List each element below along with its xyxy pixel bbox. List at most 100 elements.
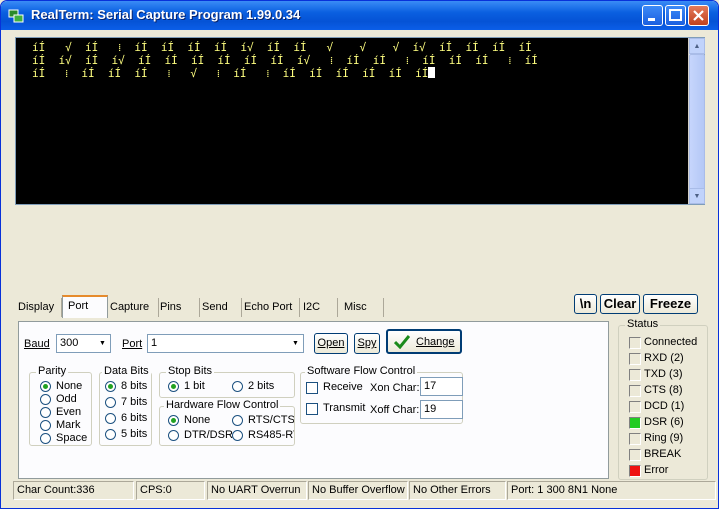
xoff-input[interactable]: 19 (420, 400, 463, 419)
close-icon (693, 10, 704, 21)
baud-label: Baud (24, 338, 50, 350)
freeze-button[interactable]: Freeze (643, 294, 698, 314)
status-title: Status (625, 318, 661, 330)
tab-misc[interactable]: Misc (344, 298, 384, 317)
terminal-scrollbar[interactable]: ▲ ▼ (688, 38, 705, 204)
hw-flow-dtrdsr-radio[interactable] (168, 430, 179, 441)
status-led (629, 449, 641, 461)
scroll-thumb[interactable] (689, 54, 705, 196)
title-bar[interactable]: RealTerm: Serial Capture Program 1.99.0.… (1, 1, 718, 30)
status-label: DCD (1) (644, 400, 685, 412)
status-led (629, 417, 641, 429)
hw-flow-rtscts-radio[interactable] (232, 415, 243, 426)
hardware-flow-group: Hardware Flow Control None RTS/CTS DTR/D… (159, 399, 295, 446)
tab-pins[interactable]: Pins (160, 298, 200, 317)
data-bits-8-radio[interactable] (105, 381, 116, 392)
receive-checkbox[interactable] (306, 382, 318, 394)
data-bits-5-radio[interactable] (105, 429, 116, 440)
newline-button[interactable]: \n (574, 294, 597, 314)
data-bits-option-label: 5 bits (121, 428, 148, 440)
receive-label: Receive (323, 381, 363, 393)
maximize-icon (669, 9, 682, 21)
parity-option-label: Space (56, 432, 88, 444)
data-bits-group: Data Bits 8 bits 7 bits 6 bits 5 bits (99, 365, 152, 446)
transmit-label: Transmit (323, 402, 366, 414)
parity-even-radio[interactable] (40, 407, 51, 418)
maximize-button[interactable] (665, 5, 686, 26)
change-button[interactable]: Change (386, 329, 462, 354)
hw-flow-option-label: RTS/CTS (248, 414, 294, 426)
xoff-label: Xoff Char: (370, 404, 420, 416)
parity-option-label: Even (56, 406, 82, 418)
clear-button[interactable]: Clear (600, 294, 640, 314)
xon-input[interactable]: 17 (420, 377, 463, 396)
status-label: Error (644, 464, 669, 476)
data-bits-title: Data Bits (102, 365, 151, 377)
port-select[interactable]: 1 ▼ (147, 334, 304, 353)
data-bits-option-label: 6 bits (121, 412, 148, 424)
open-button[interactable]: Open (314, 333, 348, 354)
baud-select[interactable]: 300 ▼ (56, 334, 111, 353)
hw-flow-option-label: RS485-RTS (248, 429, 294, 441)
terminal-line: íÍ í√ íÍ í√ íÍ íÍ íÍ íÍ íÍ íÍ í√ ⁞ íÍ íÍ… (32, 54, 538, 67)
hardware-flow-options: None RTS/CTS DTR/DSR RS485-RTS (160, 407, 294, 445)
stop-bits-group: Stop Bits 1 bit 2 bits (159, 365, 295, 398)
parity-space-radio[interactable] (40, 433, 51, 444)
stop-bits-option-label: 2 bits (248, 380, 275, 392)
parity-option-label: None (56, 380, 83, 392)
tab-capture[interactable]: Capture (110, 298, 159, 317)
terminal-display[interactable]: íÍ √ íÍ ⁞ íÍ íÍ íÍ íÍ í√ íÍ íÍ √ √ √ í√ … (15, 37, 705, 205)
scroll-up-button[interactable]: ▲ (689, 38, 705, 54)
parity-odd-radio[interactable] (40, 394, 51, 405)
parity-option-label: Mark (56, 419, 81, 431)
software-flow-title: Software Flow Control (305, 365, 418, 377)
hw-flow-rs485-radio[interactable] (232, 430, 243, 441)
data-bits-option-label: 8 bits (121, 380, 148, 392)
chevron-up-icon: ▲ (693, 42, 701, 50)
spy-button[interactable]: Spy (354, 333, 380, 354)
status-led (629, 353, 641, 365)
parity-option-label: Odd (56, 393, 77, 405)
baud-value: 300 (60, 337, 79, 349)
transmit-checkbox[interactable] (306, 403, 318, 415)
port-label: Port (122, 338, 143, 350)
software-flow-group: Software Flow Control Receive Xon Char: … (300, 365, 463, 424)
chevron-down-icon: ▼ (99, 340, 106, 347)
baud-dropdown-button[interactable]: ▼ (95, 335, 110, 352)
stop-bits-2-radio[interactable] (232, 381, 243, 392)
terminal-cursor (428, 67, 436, 78)
tab-i2c[interactable]: I2C (303, 298, 338, 317)
hw-flow-none-radio[interactable] (168, 415, 179, 426)
data-bits-7-radio[interactable] (105, 397, 116, 408)
port-panel: Baud 300 ▼ Port 1 ▼ Open Spy Change Pari… (18, 321, 609, 479)
minimize-button[interactable] (642, 5, 663, 26)
status-label: BREAK (644, 448, 682, 460)
cps-readout: CPS:0 (136, 481, 205, 500)
tab-port[interactable]: Port (62, 295, 108, 318)
parity-none-radio[interactable] (40, 381, 51, 392)
status-bar: Char Count:336 CPS:0 No UART Overrun No … (13, 481, 716, 500)
chevron-down-icon: ▼ (292, 340, 299, 347)
minimize-icon (648, 18, 655, 21)
port-dropdown-button[interactable]: ▼ (288, 335, 303, 352)
close-button[interactable] (688, 5, 709, 26)
scroll-down-button[interactable]: ▼ (689, 188, 705, 204)
tab-display[interactable]: Display (18, 298, 62, 317)
status-led (629, 401, 641, 413)
char-count: Char Count:336 (13, 481, 134, 500)
status-led (629, 385, 641, 397)
terminal-line: íÍ √ íÍ ⁞ íÍ íÍ íÍ íÍ í√ íÍ íÍ √ √ √ í√ … (32, 41, 532, 54)
data-bits-6-radio[interactable] (105, 413, 116, 424)
status-label: TXD (3) (644, 368, 683, 380)
terminal-text: íÍ √ íÍ ⁞ íÍ íÍ íÍ íÍ í√ íÍ íÍ √ √ √ í√ … (32, 41, 538, 80)
stop-bits-1-radio[interactable] (168, 381, 179, 392)
parity-title: Parity (36, 365, 69, 377)
tab-send[interactable]: Send (202, 298, 242, 317)
parity-mark-radio[interactable] (40, 420, 51, 431)
hw-flow-option-label: None (184, 414, 211, 426)
status-led (629, 337, 641, 349)
status-label: DSR (6) (644, 416, 684, 428)
status-led (629, 465, 641, 477)
checkmark-icon (394, 335, 410, 349)
tab-echo-port[interactable]: Echo Port (244, 298, 300, 317)
